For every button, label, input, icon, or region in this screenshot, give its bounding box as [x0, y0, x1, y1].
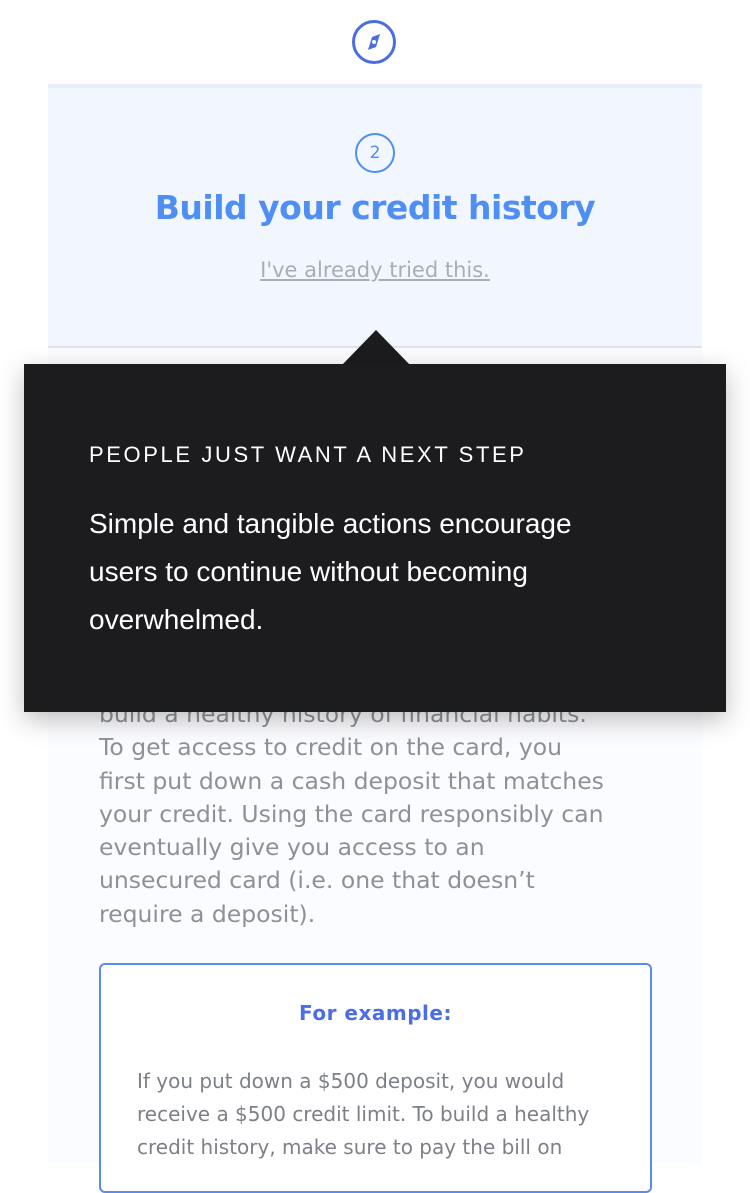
step-description: build a healthy history of financial hab… — [99, 698, 669, 931]
tooltip-line: Simple and tangible actions encourage — [89, 508, 572, 539]
step-number-badge: 2 — [355, 133, 395, 173]
description-line: your credit. Using the card responsibly … — [99, 799, 604, 828]
description-line: To get access to credit on the card, you — [99, 733, 563, 762]
already-tried-link[interactable]: I've already tried this. — [48, 258, 702, 282]
annotation-tooltip: PEOPLE JUST WANT A NEXT STEP Simple and … — [24, 364, 726, 712]
step-header-card: 2 Build your credit history I've already… — [48, 84, 702, 348]
example-box: For example: If you put down a $500 depo… — [99, 963, 652, 1193]
step-title: Build your credit history — [154, 188, 596, 227]
example-line: receive a $500 credit limit. To build a … — [137, 1102, 590, 1126]
example-line: If you put down a $500 deposit, you woul… — [137, 1069, 565, 1093]
example-title: For example: — [299, 1001, 452, 1025]
description-line: unsecured card (i.e. one that doesn’t — [99, 866, 535, 895]
tooltip-body: Simple and tangible actions encourage us… — [89, 500, 679, 644]
description-line: eventually give you access to an — [99, 833, 485, 862]
tooltip-arrow — [342, 330, 410, 365]
description-line: require a deposit). — [99, 899, 316, 928]
example-line: credit history, make sure to pay the bil… — [137, 1135, 563, 1159]
tooltip-heading: PEOPLE JUST WANT A NEXT STEP — [89, 442, 527, 467]
description-line: first put down a cash deposit that match… — [99, 766, 604, 795]
tooltip-line: users to continue without becoming — [89, 556, 528, 587]
tooltip-line: overwhelmed. — [89, 604, 264, 635]
compass-icon — [352, 20, 396, 64]
example-text: If you put down a $500 deposit, you woul… — [137, 1065, 627, 1164]
